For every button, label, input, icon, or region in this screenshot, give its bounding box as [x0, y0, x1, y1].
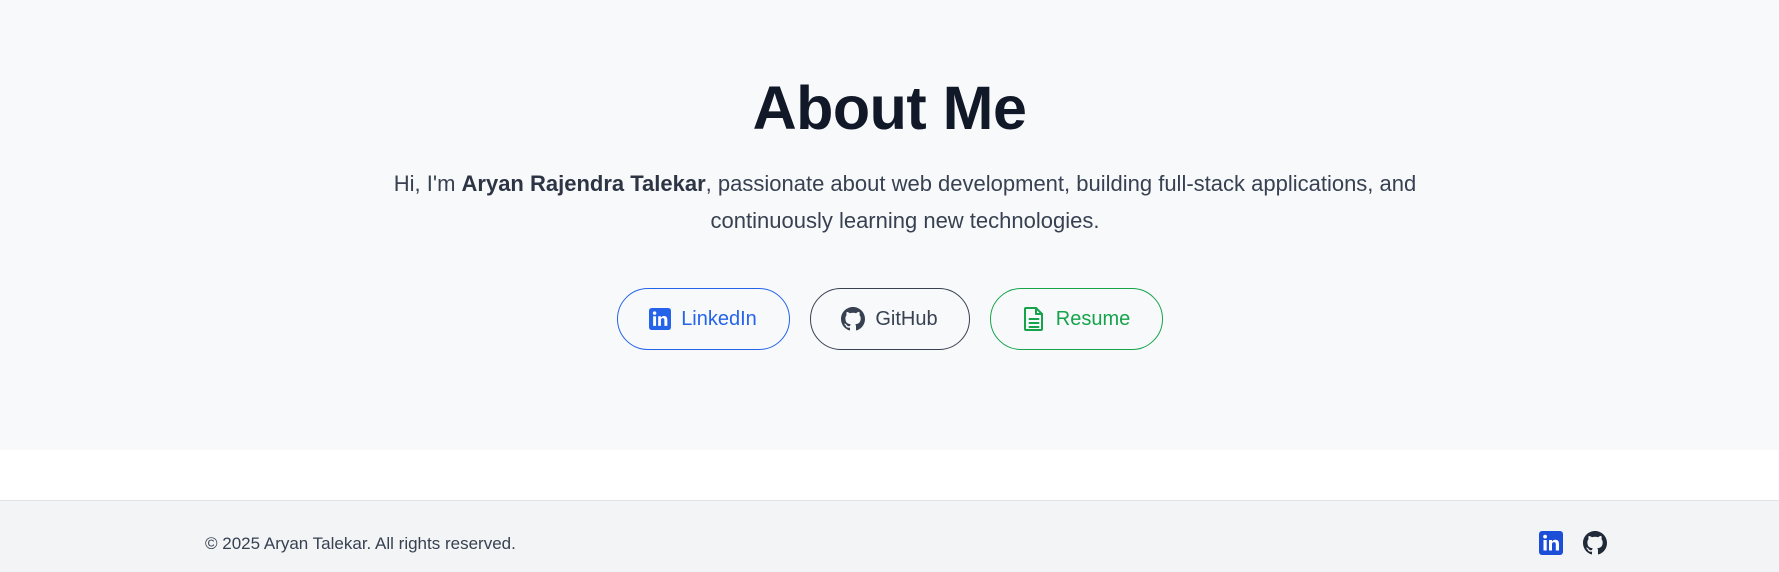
document-icon: [1023, 307, 1043, 331]
resume-button[interactable]: Resume: [989, 288, 1163, 350]
footer-linkedin-link[interactable]: [1539, 531, 1563, 555]
linkedin-label: LinkedIn: [681, 307, 757, 330]
site-footer: © 2025 Aryan Talekar. All rights reserve…: [0, 500, 1779, 572]
linkedin-icon: [1539, 531, 1563, 555]
author-name: Aryan Rajendra Talekar: [461, 171, 706, 196]
about-section: About Me Hi, I'm Aryan Rajendra Talekar,…: [0, 0, 1779, 450]
github-icon: [1583, 531, 1607, 555]
copyright-text: © 2025 Aryan Talekar. All rights reserve…: [205, 534, 516, 553]
github-label: GitHub: [875, 307, 938, 330]
footer-social-links: [1539, 531, 1607, 555]
resume-label: Resume: [1055, 307, 1131, 330]
github-button[interactable]: GitHub: [809, 288, 970, 350]
page-title: About Me: [752, 74, 1027, 142]
linkedin-button[interactable]: LinkedIn: [616, 288, 790, 350]
footer-github-link[interactable]: [1583, 531, 1607, 555]
github-icon: [841, 307, 866, 331]
social-buttons: LinkedIn GitHub Resume: [0, 288, 1779, 350]
intro-suffix: , passionate about web development, buil…: [705, 171, 1417, 233]
intro-prefix: Hi, I'm: [393, 171, 462, 196]
about-intro: Hi, I'm Aryan Rajendra Talekar, passiona…: [370, 165, 1440, 239]
linkedin-icon: [649, 308, 672, 330]
